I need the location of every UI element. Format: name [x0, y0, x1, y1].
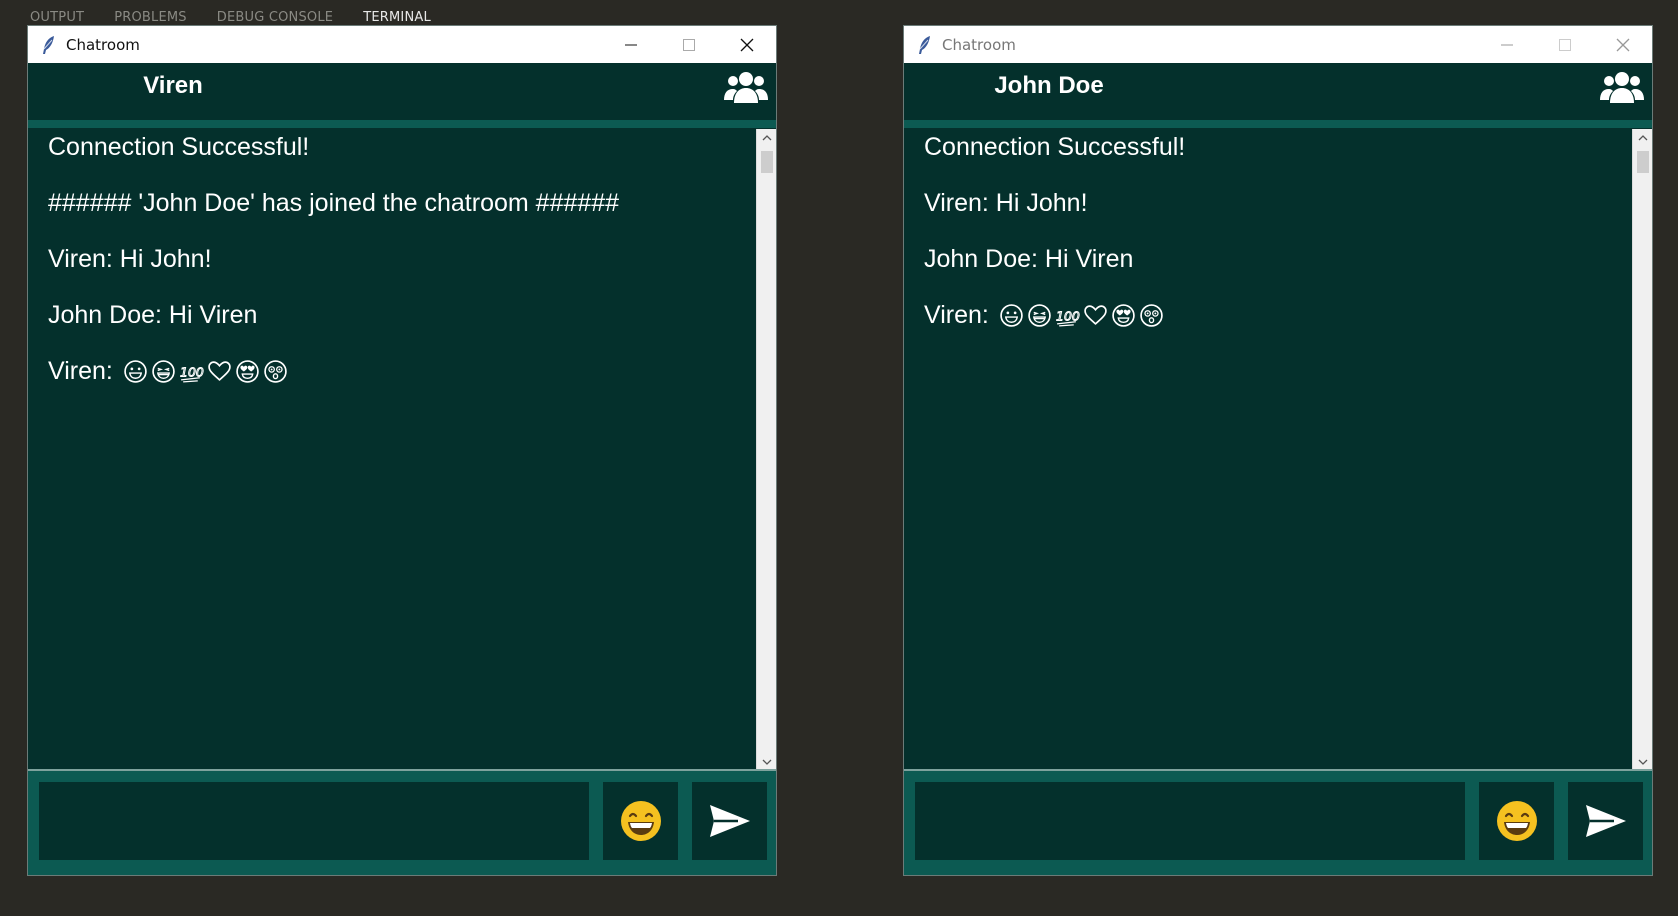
message-input[interactable] — [915, 782, 1465, 860]
username-label: Viren — [143, 72, 203, 99]
grinning-squinting-face-icon — [152, 360, 175, 383]
chat-message-emoji: Viren: 100 — [924, 301, 1164, 330]
heart-icon — [208, 361, 231, 381]
smiley-emoji-icon — [620, 801, 661, 841]
chat-message: Connection Successful! — [924, 133, 1186, 161]
maximize-icon — [1559, 38, 1571, 51]
chat-message-text: Viren: — [48, 357, 113, 385]
grinning-face-icon — [1000, 304, 1023, 327]
send-button[interactable] — [1568, 782, 1643, 860]
hundred-points-icon: 100 — [1055, 308, 1080, 327]
title-bar[interactable]: Chatroom — [904, 26, 1652, 63]
send-button[interactable] — [692, 782, 767, 860]
emoji-sequence: 100 — [999, 303, 1164, 328]
chat-log[interactable]: Connection Successful! Viren: Hi John! J… — [904, 129, 1635, 771]
maximize-button[interactable] — [660, 26, 718, 63]
chevron-down-icon — [1638, 759, 1647, 765]
heart-eyes-face-icon — [236, 360, 259, 383]
astonished-face-icon — [264, 360, 287, 383]
chat-header: Viren — [28, 63, 776, 128]
maximize-button[interactable] — [1536, 26, 1594, 63]
grinning-squinting-face-icon — [1028, 304, 1051, 327]
scroll-thumb[interactable] — [1637, 151, 1649, 173]
message-composer — [28, 769, 776, 875]
chat-message-text: Viren: — [924, 301, 989, 329]
close-button[interactable] — [1594, 26, 1652, 63]
minimize-button[interactable] — [602, 26, 660, 63]
window-title: Chatroom — [942, 35, 1016, 54]
feather-app-icon — [919, 35, 930, 54]
username-label: John Doe — [994, 72, 1104, 99]
chat-window-john-doe: Chatroom John Doe Connection Successful!… — [903, 25, 1653, 876]
title-bar[interactable]: Chatroom — [28, 26, 776, 63]
svg-text:100: 100 — [1056, 309, 1080, 324]
close-icon — [1616, 38, 1630, 51]
chevron-down-icon — [762, 759, 771, 765]
chat-message-emoji: Viren: 100 — [48, 357, 288, 386]
chat-message: ###### 'John Doe' has joined the chatroo… — [48, 189, 620, 217]
users-group-icon[interactable] — [724, 69, 768, 105]
minimize-icon — [1501, 44, 1513, 45]
window-title: Chatroom — [66, 35, 140, 54]
users-group-icon[interactable] — [1600, 69, 1644, 105]
chat-message: Connection Successful! — [48, 133, 310, 161]
feather-app-icon — [43, 35, 54, 54]
chat-scrollbar[interactable] — [756, 129, 776, 771]
hundred-points-icon: 100 — [179, 364, 204, 383]
chat-window-viren: Chatroom Viren Connection Successful! ##… — [27, 25, 777, 876]
send-icon — [1585, 805, 1626, 837]
chat-log[interactable]: Connection Successful! ###### 'John Doe'… — [28, 129, 759, 771]
smiley-emoji-icon — [1496, 801, 1537, 841]
chat-message: John Doe: Hi Viren — [48, 301, 258, 329]
chevron-up-icon — [762, 135, 771, 141]
message-input[interactable] — [39, 782, 589, 860]
close-icon — [740, 38, 754, 51]
astonished-face-icon — [1140, 304, 1163, 327]
grinning-face-icon — [124, 360, 147, 383]
minimize-button[interactable] — [1478, 26, 1536, 63]
scroll-up-button[interactable] — [757, 129, 776, 147]
send-icon — [709, 805, 750, 837]
chat-message: Viren: Hi John! — [48, 245, 212, 273]
emoji-button[interactable] — [1479, 782, 1554, 860]
message-composer — [904, 769, 1652, 875]
svg-text:100: 100 — [180, 365, 204, 380]
chat-scrollbar[interactable] — [1632, 129, 1652, 771]
chat-message: Viren: Hi John! — [924, 189, 1088, 217]
emoji-sequence: 100 — [123, 359, 288, 384]
heart-eyes-face-icon — [1112, 304, 1135, 327]
chat-header: John Doe — [904, 63, 1652, 128]
chevron-up-icon — [1638, 135, 1647, 141]
maximize-icon — [683, 38, 695, 51]
scroll-up-button[interactable] — [1633, 129, 1652, 147]
minimize-icon — [625, 44, 637, 45]
heart-icon — [1084, 305, 1107, 325]
chat-message: John Doe: Hi Viren — [924, 245, 1134, 273]
scroll-thumb[interactable] — [761, 151, 773, 173]
emoji-button[interactable] — [603, 782, 678, 860]
close-button[interactable] — [718, 26, 776, 63]
